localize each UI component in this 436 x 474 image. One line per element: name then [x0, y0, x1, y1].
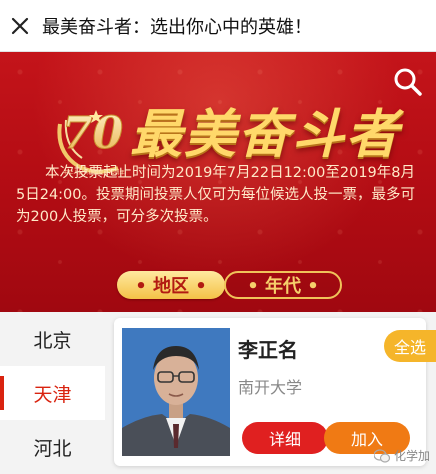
sidebar-item-label: 河北: [33, 437, 72, 460]
top-bar: 最美奋斗者：选出你心中的英雄！: [0, 0, 436, 52]
sidebar-item-label: 天津: [33, 383, 72, 406]
region-sidebar: 北京 天津 河北: [0, 312, 105, 474]
watermark: 化学加: [373, 447, 430, 464]
page-title: 最美奋斗者：选出你心中的英雄！: [42, 16, 312, 38]
sidebar-item-beijing[interactable]: 北京: [0, 312, 105, 366]
select-all-button[interactable]: 全选: [384, 330, 436, 362]
candidate-name: 李正名: [238, 338, 298, 362]
banner-headline: 最美奋斗者: [130, 104, 401, 165]
candidate-organization: 南开大学: [238, 378, 303, 397]
tab-region[interactable]: • 地区 •: [117, 271, 225, 299]
candidate-section: 北京 天津 河北 李正名 南开大学 详细 加入: [0, 312, 436, 474]
sidebar-item-label: 北京: [33, 329, 72, 352]
candidate-card: 李正名 南开大学 详细 加入: [114, 318, 426, 466]
close-button[interactable]: [0, 0, 40, 52]
wechat-icon: [373, 448, 390, 463]
hero-banner: 70 中华人民共和国成立70周年 最美奋斗者 本次投票起止时间为2019年7月2…: [0, 52, 436, 312]
sidebar-item-hebei[interactable]: 河北: [0, 420, 105, 474]
voting-notice: 本次投票起止时间为2019年7月22日12:00至2019年8月5日24:00。…: [16, 165, 416, 225]
detail-button[interactable]: 详细: [242, 422, 328, 454]
tab-era[interactable]: • 年代 •: [224, 271, 342, 299]
sidebar-item-tianjin[interactable]: 天津: [0, 366, 105, 420]
candidate-photo: [122, 328, 230, 456]
close-icon: [11, 17, 29, 34]
watermark-text: 化学加: [393, 449, 430, 463]
portrait-image: [122, 328, 230, 456]
